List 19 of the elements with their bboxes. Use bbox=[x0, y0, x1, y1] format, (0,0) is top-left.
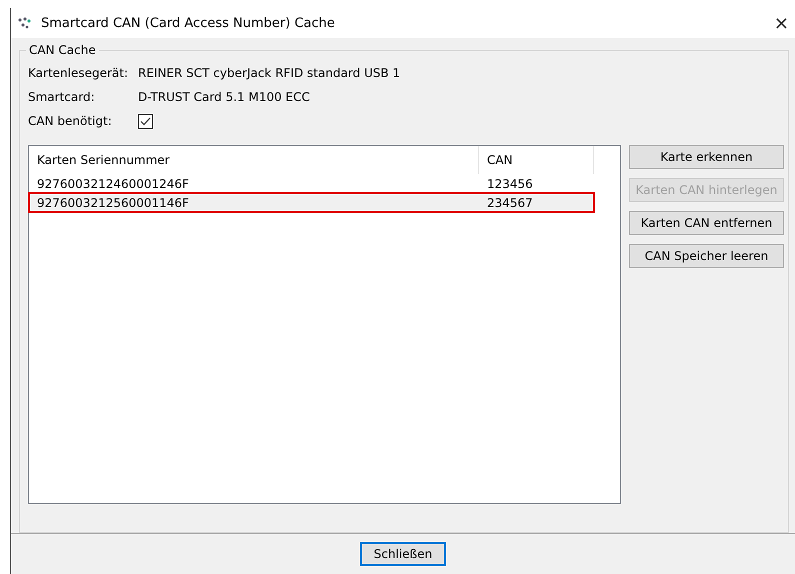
field-label: CAN benötigt: bbox=[28, 114, 113, 128]
field-label: Kartenlesegerät: bbox=[28, 66, 130, 80]
table-cell-text: 9276003212460001246F bbox=[36, 176, 190, 192]
field-value: D-TRUST Card 5.1 M100 ECC bbox=[138, 90, 310, 104]
close-button[interactable]: × bbox=[768, 12, 795, 34]
table-row[interactable]: 9276003212560001146F 234567 bbox=[29, 193, 594, 212]
action-button[interactable]: CAN Speicher leeren bbox=[629, 244, 784, 268]
field-value: REINER SCT cyberJack RFID standard USB 1 bbox=[138, 66, 400, 80]
table-cell-text: 9276003212560001146F bbox=[36, 194, 190, 212]
table-cell-text: 234567 bbox=[486, 194, 534, 212]
table-cell-text: 123456 bbox=[486, 176, 534, 192]
app-icon bbox=[17, 16, 33, 30]
action-button[interactable]: Karten CAN entfernen bbox=[629, 211, 784, 235]
field-label: Smartcard: bbox=[28, 90, 96, 104]
group-title: CAN Cache bbox=[26, 43, 99, 57]
close-button[interactable]: Schließen bbox=[360, 542, 446, 566]
checkbox[interactable] bbox=[138, 114, 153, 128]
window-title: Smartcard CAN (Card Access Number) Cache bbox=[41, 16, 336, 30]
action-button[interactable]: Karte erkennen bbox=[629, 145, 784, 169]
